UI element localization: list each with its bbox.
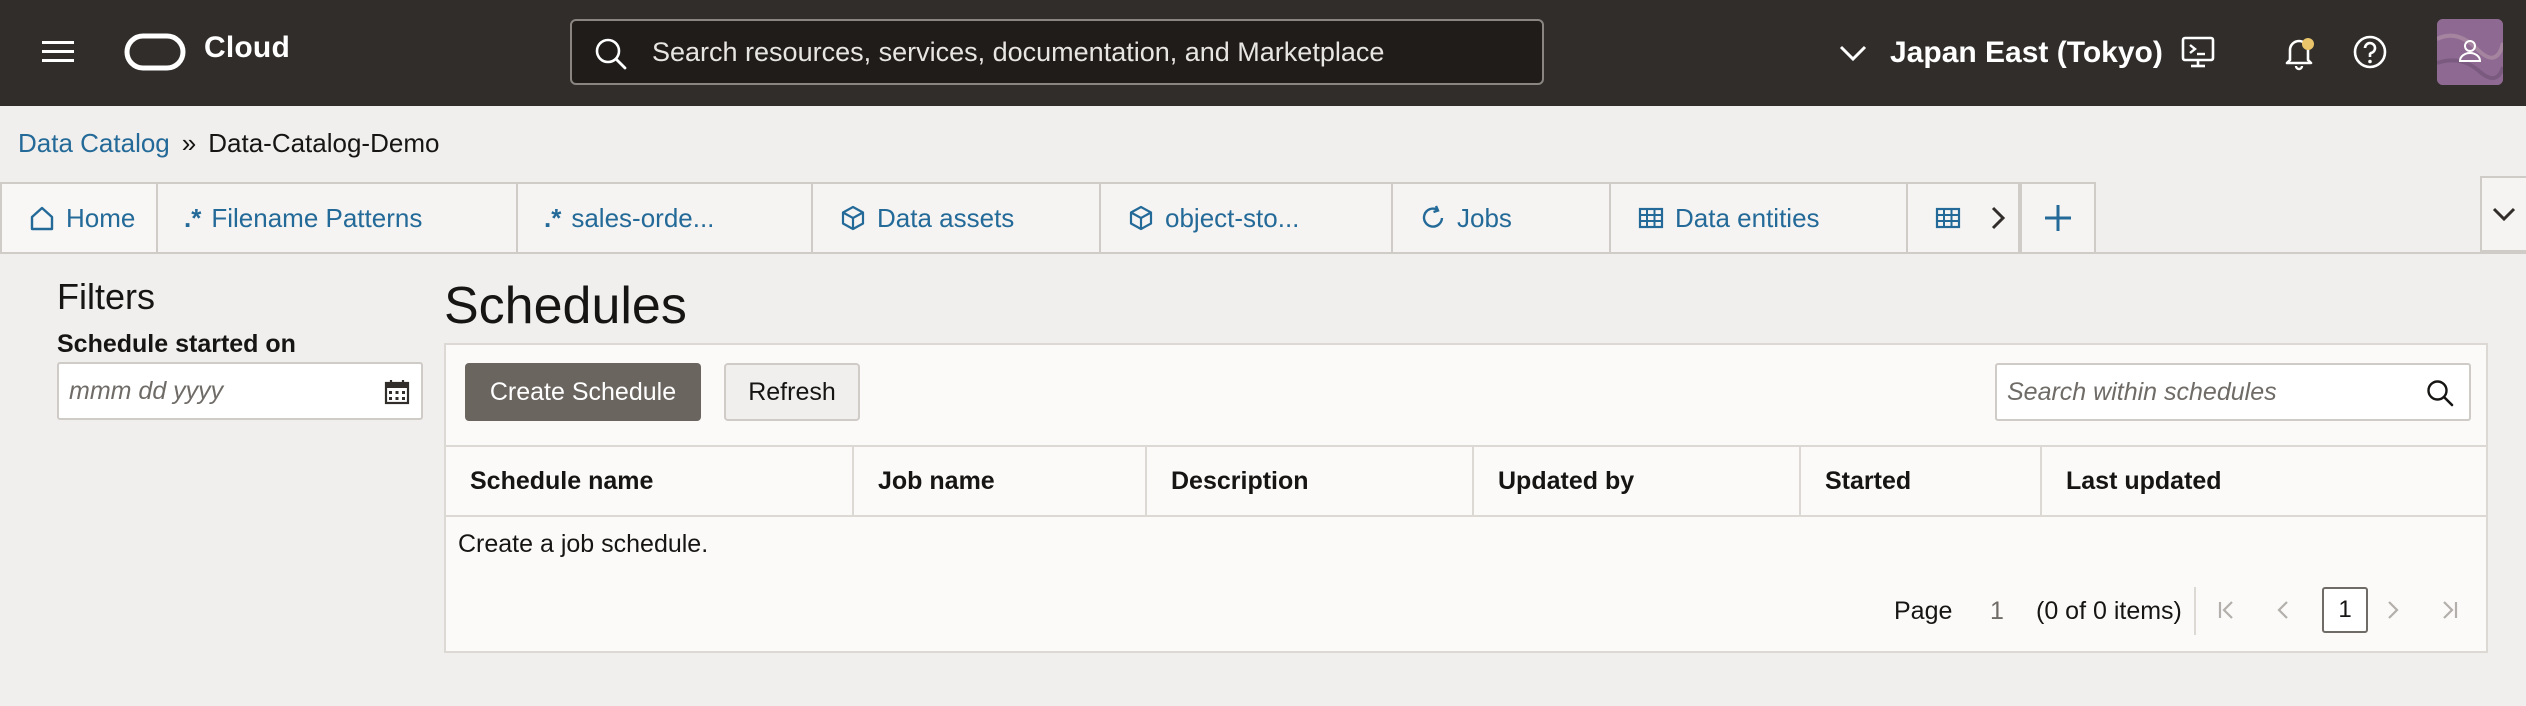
cube-icon	[1127, 204, 1155, 232]
chevron-down-icon	[1836, 36, 1870, 70]
next-page-icon[interactable]	[2378, 595, 2408, 625]
chevron-down-icon	[2489, 199, 2519, 229]
search-icon	[594, 37, 628, 71]
tab-home[interactable]: Home	[0, 182, 158, 254]
column-job-name[interactable]: Job name	[854, 447, 1147, 515]
item-count: (0 of 0 items)	[2036, 597, 2182, 625]
pagination: Page 1 (0 of 0 items) 1	[446, 581, 2486, 641]
regex-icon: .*	[544, 202, 562, 233]
home-icon	[28, 204, 56, 232]
help-icon[interactable]	[2350, 32, 2390, 72]
region-label: Japan East (Tokyo)	[1890, 36, 2163, 69]
top-navigation-bar: Cloud Japan East (Tokyo)	[0, 0, 2526, 106]
oracle-logo[interactable]	[124, 33, 186, 71]
breadcrumb-data-catalog-link[interactable]: Data Catalog	[18, 128, 170, 159]
tab-sales-orders[interactable]: .* sales-orde...	[518, 182, 813, 254]
tab-data-entities[interactable]: Data entities	[1611, 182, 1908, 254]
global-search[interactable]	[570, 19, 1544, 85]
schedule-started-label: Schedule started on	[57, 330, 296, 358]
filters-title: Filters	[57, 276, 155, 317]
tab-overflow-button[interactable]	[2480, 176, 2526, 252]
tab-filename-patterns-label: Filename Patterns	[211, 202, 423, 233]
breadcrumb-current: Data-Catalog-Demo	[208, 128, 440, 158]
refresh-icon	[1419, 204, 1447, 232]
bell-icon[interactable]	[2279, 32, 2319, 72]
tab-jobs-label: Jobs	[1457, 202, 1512, 233]
tab-sales-orders-label: sales-orde...	[571, 202, 715, 233]
column-description[interactable]: Description	[1147, 447, 1474, 515]
tab-object-storage-label: object-sto...	[1165, 202, 1300, 233]
breadcrumb: Data Catalog » Data-Catalog-Demo	[18, 128, 439, 159]
column-last-updated[interactable]: Last updated	[2042, 447, 2486, 515]
calendar-icon[interactable]	[383, 378, 411, 406]
schedule-started-date-field[interactable]	[57, 362, 423, 420]
schedules-search-input[interactable]	[2007, 365, 2417, 419]
search-icon[interactable]	[2425, 378, 2455, 408]
tab-data-assets-label: Data assets	[877, 202, 1015, 233]
table-header: Schedule name Job name Description Updat…	[446, 445, 2486, 517]
tab-strip: Home .* Filename Patterns .* sales-orde.…	[0, 182, 2526, 254]
cloud-shell-icon[interactable]	[2178, 32, 2218, 72]
global-search-input[interactable]	[652, 21, 1532, 83]
table-icon	[1934, 204, 1962, 232]
menu-icon[interactable]	[40, 36, 76, 68]
pagination-divider	[2194, 587, 2196, 635]
tab-data-assets[interactable]: Data assets	[813, 182, 1101, 254]
plus-icon	[2041, 201, 2075, 235]
create-schedule-button[interactable]: Create Schedule	[465, 363, 701, 421]
cube-icon	[839, 204, 867, 232]
add-tab-button[interactable]	[2020, 182, 2096, 254]
table-icon	[1637, 204, 1665, 232]
previous-page-icon[interactable]	[2268, 595, 2298, 625]
tab-filename-patterns[interactable]: .* Filename Patterns	[158, 182, 518, 254]
schedules-table-panel: Create Schedule Refresh Schedule name Jo…	[444, 343, 2488, 653]
chevron-right-icon[interactable]	[1984, 204, 2012, 232]
column-schedule-name[interactable]: Schedule name	[446, 447, 854, 515]
refresh-button[interactable]: Refresh	[724, 363, 860, 421]
empty-table-message: Create a job schedule.	[458, 530, 709, 558]
schedules-search-field[interactable]	[1995, 363, 2471, 421]
tab-more-entities[interactable]	[1908, 182, 2020, 254]
breadcrumb-separator: »	[181, 128, 197, 158]
page-number: 1	[1990, 597, 2004, 625]
tab-object-storage[interactable]: object-sto...	[1101, 182, 1393, 254]
tab-home-label: Home	[66, 202, 136, 233]
first-page-icon[interactable]	[2212, 595, 2242, 625]
last-page-icon[interactable]	[2434, 595, 2464, 625]
column-updated-by[interactable]: Updated by	[1474, 447, 1801, 515]
schedule-started-date-input[interactable]	[69, 364, 369, 418]
column-started[interactable]: Started	[1801, 447, 2042, 515]
regex-icon: .*	[184, 202, 202, 233]
current-page-button[interactable]: 1	[2322, 587, 2368, 633]
tab-data-entities-label: Data entities	[1675, 202, 1820, 233]
page-label: Page	[1894, 597, 1953, 625]
brand-name[interactable]: Cloud	[204, 31, 290, 65]
tab-jobs[interactable]: Jobs	[1393, 182, 1611, 254]
user-avatar[interactable]	[2437, 19, 2503, 85]
notification-badge	[2302, 38, 2314, 50]
region-selector[interactable]: Japan East (Tokyo)	[1836, 22, 2163, 84]
page-title: Schedules	[444, 277, 687, 335]
